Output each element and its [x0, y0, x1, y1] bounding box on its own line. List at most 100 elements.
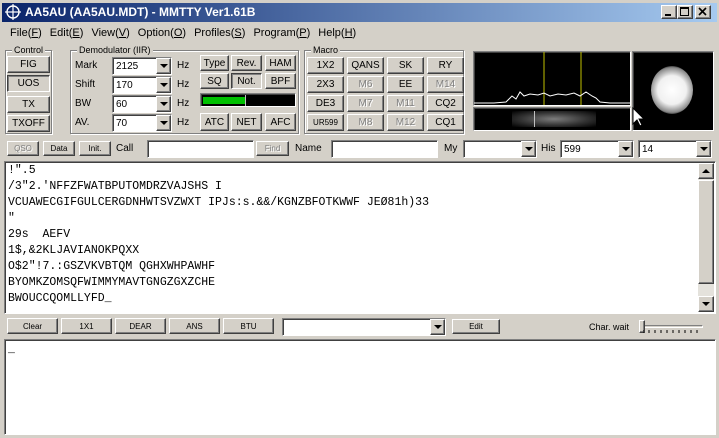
atc-button[interactable]: ATC	[200, 113, 229, 131]
tx-macro-dropdown-icon[interactable]	[430, 319, 445, 335]
extra-value: 14	[642, 143, 654, 155]
uos-button[interactable]: UOS	[7, 75, 50, 92]
macro-button-m7[interactable]: M7	[347, 95, 384, 112]
char-wait-slider[interactable]	[639, 319, 703, 335]
menu-item-6[interactable]: Help(H)	[314, 27, 360, 39]
afc-button[interactable]: AFC	[265, 113, 296, 131]
my-rst-combo[interactable]	[463, 140, 537, 158]
macro-button-2x3[interactable]: 2X3	[307, 76, 344, 93]
name-input[interactable]	[331, 140, 438, 158]
tx-button-btu[interactable]: BTU	[223, 318, 274, 334]
menu-item-label: Program(	[253, 27, 300, 39]
scroll-up-button[interactable]	[698, 163, 714, 179]
menu-item-label: Edit(	[49, 27, 73, 39]
find-button[interactable]: Find	[256, 141, 289, 156]
receive-line: O$2"!7.:GSZVKVBTQM QGHXWHPAWHF	[8, 260, 216, 273]
macro-button-de3[interactable]: DE3	[307, 95, 344, 112]
his-rst-combo[interactable]: 599	[560, 140, 634, 158]
menu-item-label-end: )	[182, 27, 187, 39]
menu-item-label: Profiles(	[194, 27, 235, 39]
menu-item-label-end: )	[126, 27, 130, 39]
scroll-thumb[interactable]	[698, 180, 714, 284]
macro-button-ee[interactable]: EE	[387, 76, 424, 93]
macro-button-ry[interactable]: RY	[427, 57, 464, 74]
menu-item-label: View(	[91, 27, 119, 39]
demod-3-label: AV.	[75, 117, 90, 128]
xy-scope-display[interactable]	[632, 51, 714, 131]
type-button[interactable]: Type	[200, 55, 229, 71]
close-icon	[698, 7, 707, 16]
my-label: My	[444, 143, 458, 154]
menu-item-0[interactable]: File(F)	[6, 27, 46, 39]
receive-line: BYOMKZOMSQFWIMMYMAVTGNGZGXZCHE	[8, 276, 216, 289]
tx-button[interactable]: TX	[7, 96, 50, 113]
transmit-text: _	[8, 343, 15, 356]
menu-item-2[interactable]: View(V)	[87, 27, 133, 39]
scroll-down-button[interactable]	[698, 296, 714, 312]
edit-button[interactable]: Edit	[452, 319, 500, 334]
menu-item-accel: P	[299, 27, 307, 39]
demod-0-dropdown-icon[interactable]	[156, 58, 171, 74]
sq-button[interactable]: SQ	[200, 73, 229, 89]
demod-3-dropdown-icon[interactable]	[156, 115, 171, 131]
tx-button-dear[interactable]: DEAR	[115, 318, 166, 334]
call-label: Call	[116, 143, 134, 154]
demod-2-unit: Hz	[177, 98, 190, 109]
macro-group-title: Macro	[311, 45, 341, 55]
waterfall-display[interactable]	[473, 107, 631, 131]
minimize-button[interactable]	[661, 5, 677, 19]
data-button[interactable]: Data	[43, 141, 75, 156]
demod-0-combo[interactable]: 2125	[112, 57, 172, 75]
demod-3-combo[interactable]: 70	[112, 114, 172, 132]
his-rst-dropdown-icon[interactable]	[618, 141, 633, 157]
fig-button[interactable]: FIG	[7, 56, 50, 73]
menu-item-5[interactable]: Program(P)	[249, 27, 314, 39]
transmit-text-area[interactable]: _	[4, 339, 716, 435]
my-rst-dropdown-icon[interactable]	[521, 141, 536, 157]
demod-2-dropdown-icon[interactable]	[156, 96, 171, 112]
not-button[interactable]: Not.	[231, 73, 262, 89]
macro-button-m11[interactable]: M11	[387, 95, 424, 112]
demod-2-combo[interactable]: 60	[112, 95, 172, 113]
macro-button-qans[interactable]: QANS	[347, 57, 384, 74]
macro-button-m12[interactable]: M12	[387, 114, 424, 131]
tx-button-1x1[interactable]: 1X1	[61, 318, 112, 334]
macro-button-1x2[interactable]: 1X2	[307, 57, 344, 74]
receive-scrollbar[interactable]	[698, 163, 714, 312]
demod-0-unit: Hz	[177, 60, 190, 71]
menu-item-label-end: )	[79, 27, 84, 39]
receive-text-area[interactable]: !".5/3"2.'NFFZFWATBPUTOMDRZVAJSHS I VCUAW…	[4, 161, 716, 314]
demod-2-label: BW	[75, 98, 92, 109]
menu-item-1[interactable]: Edit(E)	[46, 27, 88, 39]
tx-button-ans[interactable]: ANS	[169, 318, 220, 334]
call-input[interactable]	[147, 140, 254, 158]
tx-button-clear[interactable]: Clear	[7, 318, 58, 334]
txoff-button[interactable]: TXOFF	[7, 115, 50, 132]
demod-1-combo[interactable]: 170	[112, 76, 172, 94]
macro-button-m8[interactable]: M8	[347, 114, 384, 131]
qso-button[interactable]: QSO	[7, 141, 39, 156]
maximize-button[interactable]	[677, 5, 693, 19]
macro-button-cq2[interactable]: CQ2	[427, 95, 464, 112]
macro-button-cq1[interactable]: CQ1	[427, 114, 464, 131]
macro-button-sk[interactable]: SK	[387, 57, 424, 74]
extra-combo[interactable]: 14	[638, 140, 712, 158]
net-button[interactable]: NET	[231, 113, 262, 131]
globe-crosshair-icon[interactable]	[5, 4, 21, 20]
signal-level-meter	[200, 93, 296, 107]
tx-macro-combo[interactable]	[282, 318, 446, 336]
extra-dropdown-icon[interactable]	[696, 141, 711, 157]
rev-button[interactable]: Rev.	[231, 55, 262, 71]
macro-button-m14[interactable]: M14	[427, 76, 464, 93]
macro-button-ur599[interactable]: UR599	[307, 114, 344, 131]
demod-2-value: 60	[116, 98, 128, 110]
menu-item-3[interactable]: Option(O)	[134, 27, 190, 39]
spectrum-display[interactable]	[473, 51, 631, 106]
bpf-button[interactable]: BPF	[265, 73, 296, 89]
init-button[interactable]: Init.	[79, 141, 111, 156]
demod-1-dropdown-icon[interactable]	[156, 77, 171, 93]
close-button[interactable]	[695, 5, 711, 19]
ham-button[interactable]: HAM	[265, 55, 296, 71]
macro-button-m6[interactable]: M6	[347, 76, 384, 93]
menu-item-4[interactable]: Profiles(S)	[190, 27, 249, 39]
